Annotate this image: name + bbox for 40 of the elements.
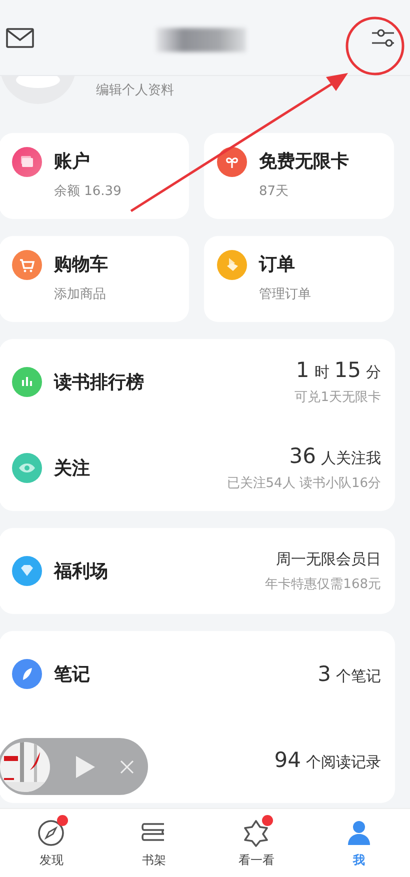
- row-title[interactable]: 读书排行榜: [54, 370, 283, 394]
- close-icon[interactable]: [120, 760, 134, 774]
- feather-icon: [12, 659, 42, 689]
- menu-tile[interactable]: 免费无限卡 87天: [204, 133, 394, 219]
- annotation-circle: [346, 16, 404, 76]
- menu-tile[interactable]: 订单 管理订单: [204, 236, 394, 322]
- tile-subtitle: 添加商品: [54, 286, 107, 303]
- row-note: 年卡特惠仅需168元: [265, 576, 381, 592]
- play-icon[interactable]: [74, 754, 96, 778]
- row-title[interactable]: 关注: [54, 456, 215, 480]
- menu-tile[interactable]: 购物车 添加商品: [0, 236, 189, 322]
- row-title[interactable]: 笔记: [54, 662, 306, 686]
- ticket-icon: [217, 250, 247, 280]
- tab[interactable]: 书架: [102, 809, 205, 877]
- row-title[interactable]: 福利场: [54, 559, 254, 583]
- compass-icon: [36, 818, 66, 848]
- bar-chart-icon: [12, 367, 42, 397]
- row-value: 94 个阅读记录: [274, 748, 381, 772]
- cart-icon: [12, 250, 42, 280]
- tile-subtitle: 余额 16.39: [54, 183, 122, 200]
- row-value: 1 时 15 分: [296, 358, 381, 382]
- menu-tile[interactable]: 账户 余额 16.39: [0, 133, 189, 219]
- row-value: 36 人关注我: [289, 444, 381, 468]
- wallet-icon: [12, 147, 42, 177]
- row-note: 已关注54人 读书小队16分: [226, 475, 381, 492]
- tile-subtitle: 87天: [259, 183, 290, 200]
- eye-icon: [12, 453, 42, 483]
- row-value: 周一无限会员日: [276, 550, 381, 568]
- tile-title: 订单: [259, 253, 296, 276]
- tab[interactable]: 看一看: [205, 809, 308, 877]
- tab[interactable]: 发现: [0, 809, 102, 877]
- tile-subtitle: 管理订单: [259, 286, 311, 303]
- ribbon-icon: [217, 147, 247, 177]
- tile-title: 购物车: [54, 253, 108, 276]
- mail-icon[interactable]: [6, 26, 34, 48]
- tile-title: 免费无限卡: [259, 150, 349, 173]
- tile-title: 账户: [54, 150, 91, 173]
- row-note: 可兑1天无限卡: [294, 389, 381, 406]
- mini-player[interactable]: [0, 738, 148, 795]
- row-value: 3 个笔记: [318, 662, 381, 686]
